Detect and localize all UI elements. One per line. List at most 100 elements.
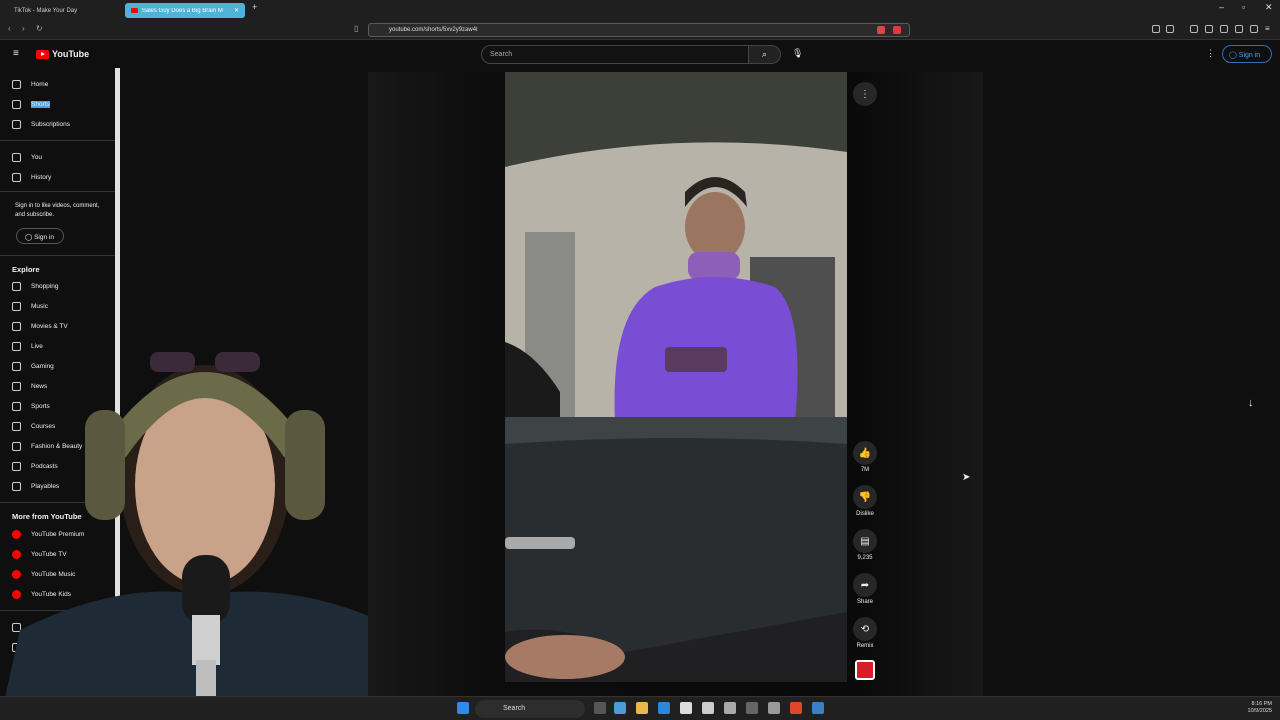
music-note-icon xyxy=(12,302,21,311)
app-icon[interactable] xyxy=(702,702,714,714)
url-bar[interactable]: youtube.com/shorts/5xv2y9zaw4I xyxy=(368,23,910,37)
app-icon[interactable] xyxy=(614,702,626,714)
sidebar-item-label: Music xyxy=(31,303,48,310)
store-icon[interactable] xyxy=(680,702,692,714)
url-text: youtube.com/shorts/5xv2y9zaw4I xyxy=(389,27,478,33)
wallet-icon[interactable] xyxy=(1220,25,1228,33)
taskbar-search-label: Search xyxy=(503,705,526,712)
thumbs-up-icon: 👍 xyxy=(853,441,877,465)
brave-rewards-icon[interactable] xyxy=(877,26,885,34)
sign-in-label: Sign in xyxy=(1238,52,1261,59)
search-placeholder: Search xyxy=(490,51,513,58)
brave-icon[interactable] xyxy=(790,702,802,714)
search-icon: ⌕ xyxy=(761,49,768,59)
clock-time: 8:16 PM xyxy=(1251,701,1272,707)
sidebar-item-subscriptions[interactable]: Subscriptions xyxy=(12,120,70,129)
clock-date: 10/9/2025 xyxy=(1247,708,1272,714)
app-icon[interactable] xyxy=(724,702,736,714)
sidebar-sign-in-button[interactable]: ◯ Sign in xyxy=(16,228,64,244)
taskbar-search[interactable]: Search xyxy=(475,700,585,718)
windows-start-icon[interactable] xyxy=(457,702,469,714)
channel-avatar[interactable] xyxy=(852,660,878,680)
brave-shield-icon[interactable] xyxy=(893,26,901,34)
next-video-arrow-icon[interactable]: ↓ xyxy=(1248,397,1254,409)
tab-tiktok[interactable]: TikTok - Make Your Day xyxy=(8,3,118,18)
account-icon: ◯ xyxy=(25,234,33,241)
maximize-button[interactable]: ▫ xyxy=(1242,2,1245,12)
dislike-button[interactable]: 👎 Dislike xyxy=(852,485,878,517)
media-icon[interactable] xyxy=(1190,25,1198,33)
sidebar-item-home[interactable]: Home xyxy=(12,80,48,89)
extension-icon[interactable] xyxy=(1166,25,1174,33)
task-view-icon[interactable] xyxy=(594,702,606,714)
tab-title: Sales Guy Does a Big Brain M xyxy=(141,7,223,14)
short-video[interactable] xyxy=(505,72,847,682)
like-button[interactable]: 👍 7M xyxy=(852,441,878,473)
steam-icon[interactable] xyxy=(812,702,824,714)
comments-button[interactable]: ▤ 9,235 xyxy=(852,529,878,561)
dislike-label: Dislike xyxy=(856,511,874,517)
youtube-logo[interactable]: YouTube xyxy=(36,49,89,59)
browser-tab-bar: TikTok - Make Your Day Sales Guy Does a … xyxy=(0,0,1280,20)
search-button[interactable]: ⌕ xyxy=(749,45,781,64)
tab-title: TikTok - Make Your Day xyxy=(14,7,78,14)
youtube-play-icon xyxy=(36,49,49,59)
share-arrow-icon: ➦ xyxy=(853,573,877,597)
logo-text: YouTube xyxy=(52,49,90,59)
like-count: 7M xyxy=(860,467,870,473)
sidebar-item-label: Shorts xyxy=(31,101,50,108)
tab-youtube-short[interactable]: Sales Guy Does a Big Brain M ✕ xyxy=(125,3,245,18)
sidebar-item-you[interactable]: You xyxy=(12,153,42,162)
forward-button[interactable]: › xyxy=(22,24,25,33)
sidebar-item-shorts[interactable]: Shorts xyxy=(12,100,50,109)
more-options-icon[interactable]: ⋮ xyxy=(1206,48,1215,59)
share-button[interactable]: ➦ Share xyxy=(852,573,878,605)
subscriptions-icon xyxy=(12,120,21,129)
browser-address-row: ‹ › ↻ ▯ youtube.com/shorts/5xv2y9zaw4I ≡ xyxy=(0,20,1280,40)
remix-button[interactable]: ⟲ Remix xyxy=(852,617,878,649)
new-tab-button[interactable]: + xyxy=(252,2,257,12)
leo-icon[interactable] xyxy=(1235,25,1243,33)
shopping-bag-icon xyxy=(12,282,21,291)
extension-icon[interactable] xyxy=(1152,25,1160,33)
video-frame xyxy=(505,72,847,682)
sidebar-item-music[interactable]: Music xyxy=(12,302,48,311)
reload-icon[interactable]: ↻ xyxy=(36,24,43,33)
sign-in-label: Sign in xyxy=(34,234,54,241)
sign-in-button[interactable]: ◯ Sign in xyxy=(1222,45,1272,63)
youtube-favicon-icon xyxy=(131,8,138,13)
vertical-dots-icon: ⋮ xyxy=(853,82,877,106)
vpn-icon[interactable] xyxy=(1250,25,1258,33)
app-icon[interactable] xyxy=(746,702,758,714)
sidebar-item-shopping[interactable]: Shopping xyxy=(12,282,58,291)
minimize-button[interactable]: – xyxy=(1219,2,1224,12)
sidebar-item-label: You xyxy=(31,154,42,161)
explore-heading: Explore xyxy=(12,265,40,274)
back-button[interactable]: ‹ xyxy=(8,24,11,33)
remix-icon: ⟲ xyxy=(853,617,877,641)
thumbs-down-icon: 👎 xyxy=(853,485,877,509)
comment-count: 9,235 xyxy=(857,555,873,561)
microphone-icon[interactable]: 🎙 xyxy=(792,48,803,59)
windows-taskbar: Search 8:16 PM 10/9/2025 xyxy=(0,696,1280,720)
settings-gear-icon[interactable] xyxy=(768,702,780,714)
hamburger-menu-icon[interactable]: ≡ xyxy=(13,48,19,59)
sign-in-prompt: Sign in to like videos, comment, and sub… xyxy=(15,203,100,218)
browser-menu-icon[interactable]: ≡ xyxy=(1265,24,1270,33)
sidebar-item-history[interactable]: History xyxy=(12,173,51,182)
file-explorer-icon[interactable] xyxy=(636,702,648,714)
share-label: Share xyxy=(856,599,873,605)
more-actions-button[interactable]: ⋮ xyxy=(852,82,878,108)
system-clock[interactable]: 8:16 PM 10/9/2025 xyxy=(1248,701,1272,715)
sidebar-toggle-icon[interactable] xyxy=(1205,25,1213,33)
edge-icon[interactable] xyxy=(658,702,670,714)
remix-label: Remix xyxy=(856,643,874,649)
divider xyxy=(0,255,115,256)
close-tab-icon[interactable]: ✕ xyxy=(234,7,239,14)
close-window-button[interactable]: ✕ xyxy=(1265,2,1273,13)
account-icon: ◯ xyxy=(1229,52,1237,59)
bookmark-icon[interactable]: ▯ xyxy=(354,24,358,33)
sidebar-item-label: Movies & TV xyxy=(31,323,68,330)
search-input[interactable]: Search xyxy=(481,45,749,64)
you-icon xyxy=(12,153,21,162)
